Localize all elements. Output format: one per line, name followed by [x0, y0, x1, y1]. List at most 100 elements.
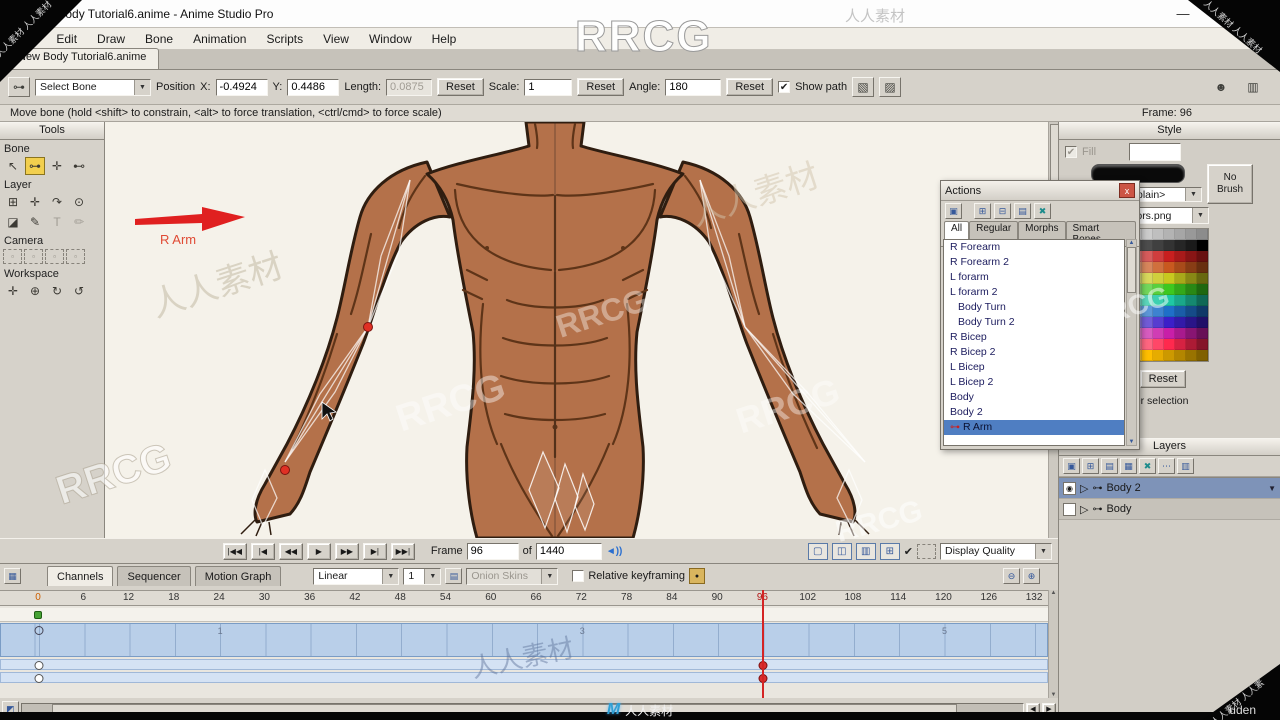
scrollbar-thumb[interactable] — [52, 703, 957, 715]
action-item[interactable]: Body — [944, 390, 1124, 405]
color-swatch[interactable] — [1175, 306, 1186, 317]
color-swatch[interactable] — [1153, 306, 1164, 317]
y-input[interactable] — [287, 78, 340, 96]
menu-edit[interactable]: Edit — [47, 30, 86, 48]
horizontal-scrollbar[interactable] — [21, 702, 1024, 716]
color-swatch[interactable] — [1142, 229, 1153, 240]
color-swatch[interactable] — [1142, 284, 1153, 295]
action-item[interactable]: Body Turn 2 — [944, 315, 1124, 330]
step-back-button[interactable]: |◀ — [250, 542, 275, 560]
rotate-workspace-icon[interactable]: ↻ — [47, 282, 67, 300]
color-swatch[interactable] — [1186, 251, 1197, 262]
duplicate-layer-icon[interactable]: ▤ — [1101, 458, 1118, 474]
color-swatch[interactable] — [1197, 339, 1208, 350]
fill-color-swatch[interactable] — [1129, 143, 1182, 161]
insert-action-icon[interactable]: ⊞ — [974, 203, 991, 219]
frame-input[interactable] — [466, 542, 519, 560]
lock-icon[interactable]: ● — [688, 568, 705, 584]
keyframe[interactable] — [34, 674, 44, 683]
color-swatch[interactable] — [1197, 251, 1208, 262]
action-item[interactable]: L Bicep — [944, 360, 1124, 375]
color-swatch[interactable] — [1153, 262, 1164, 273]
no-brush-button[interactable]: No Brush — [1207, 164, 1253, 204]
color-swatch[interactable] — [1186, 273, 1197, 284]
color-swatch[interactable] — [1164, 306, 1175, 317]
reset-angle-button[interactable]: Reset — [726, 78, 774, 96]
menu-scripts[interactable]: Scripts — [257, 30, 312, 48]
main-track[interactable]: 1 3 5 — [0, 623, 1048, 657]
action-item[interactable]: Body 2 — [944, 405, 1124, 420]
color-swatch[interactable] — [1186, 328, 1197, 339]
keyframe[interactable] — [34, 611, 42, 619]
color-swatch[interactable] — [1197, 328, 1208, 339]
reparent-bone-icon[interactable]: ⊷ — [69, 157, 89, 175]
color-swatch[interactable] — [1164, 339, 1175, 350]
layer-row-body2[interactable]: ◉ ▷ ⊶ Body 2 ▼ — [1059, 478, 1280, 499]
layer-row-body[interactable]: ▷ ⊶ Body — [1059, 499, 1280, 520]
visibility-icon[interactable] — [1063, 502, 1076, 516]
zoom-workspace-icon[interactable]: ⊕ — [25, 282, 45, 300]
split-view-icon[interactable]: ◫ — [831, 542, 852, 560]
tab-motion-graph[interactable]: Motion Graph — [194, 566, 282, 586]
app-icon[interactable]: ◆ — [6, 6, 22, 22]
zoom-out-icon[interactable]: ⊖ — [1003, 568, 1020, 584]
text-tool-icon[interactable]: T — [47, 213, 67, 231]
timeline-vertical-scrollbar[interactable]: ▲ ▼ — [1048, 590, 1058, 698]
menu-help[interactable]: Help — [423, 30, 466, 48]
color-swatch[interactable] — [1153, 273, 1164, 284]
menu-view[interactable]: View — [314, 30, 358, 48]
quad-view-icon[interactable]: ▥ — [855, 542, 876, 560]
fast-forward-button[interactable]: ▶▶ — [334, 542, 359, 560]
step-forward-button[interactable]: ▶| — [362, 542, 387, 560]
color-swatch[interactable] — [1197, 240, 1208, 251]
playhead[interactable] — [762, 590, 765, 698]
action-item[interactable]: L forarm 2 — [944, 285, 1124, 300]
select-bone-icon[interactable]: ↖ — [3, 157, 23, 175]
color-swatch[interactable] — [1186, 295, 1197, 306]
color-swatch[interactable] — [1142, 273, 1153, 284]
color-swatch[interactable] — [1175, 317, 1186, 328]
color-swatch[interactable] — [1175, 262, 1186, 273]
action-item[interactable]: R Forearm 2 — [944, 255, 1124, 270]
color-swatch[interactable] — [1186, 284, 1197, 295]
translate-bone-icon[interactable]: ⊶ — [25, 157, 45, 175]
color-swatch[interactable] — [1142, 295, 1153, 306]
zoom-camera-icon[interactable]: ▫ — [24, 249, 43, 264]
play-button[interactable]: ▶ — [306, 542, 331, 560]
close-icon[interactable]: x — [1119, 183, 1135, 198]
channel-row[interactable] — [0, 608, 1048, 622]
color-swatch[interactable] — [1153, 350, 1164, 361]
reset-position-button[interactable]: Reset — [437, 78, 484, 96]
scale-layer-icon[interactable]: ✛ — [25, 193, 45, 211]
zoom-in-icon[interactable]: ⊕ — [1023, 568, 1040, 584]
scroll-right-icon[interactable]: ▶ — [1042, 702, 1056, 716]
actions-scrollbar[interactable]: ▲ ▼ — [1126, 239, 1137, 446]
color-swatch[interactable] — [1164, 273, 1175, 284]
color-swatch[interactable] — [1153, 240, 1164, 251]
color-swatch[interactable] — [1197, 317, 1208, 328]
duplicate-action-icon[interactable]: ▤ — [1014, 203, 1031, 219]
color-swatch[interactable] — [1175, 240, 1186, 251]
roll-camera-icon[interactable]: ▫ — [45, 249, 64, 264]
color-swatch[interactable] — [1164, 251, 1175, 262]
minimize-button[interactable]: — — [1176, 6, 1189, 22]
timeline-ruler[interactable]: 0612182430364248546066727884909610210811… — [0, 590, 1048, 606]
selection-frame-icon[interactable] — [917, 543, 936, 559]
action-item[interactable]: R Bicep 2 — [944, 345, 1124, 360]
color-swatch[interactable] — [1153, 284, 1164, 295]
color-swatch[interactable] — [1164, 240, 1175, 251]
keyframe[interactable] — [34, 661, 44, 670]
keyframe-row[interactable] — [0, 672, 1048, 683]
document-tab[interactable]: New Body Tutorial6.anime — [5, 48, 160, 69]
color-swatch[interactable] — [1175, 284, 1186, 295]
expand-arrow-icon[interactable]: ▷ — [1080, 482, 1088, 495]
color-swatch[interactable] — [1142, 306, 1153, 317]
color-swatch[interactable] — [1142, 328, 1153, 339]
menu-bone[interactable]: Bone — [136, 30, 182, 48]
tab-sequencer[interactable]: Sequencer — [117, 566, 191, 586]
action-item[interactable]: L Bicep 2 — [944, 375, 1124, 390]
color-swatch[interactable] — [1186, 306, 1197, 317]
angle-input[interactable] — [665, 78, 722, 96]
color-swatch[interactable] — [1142, 350, 1153, 361]
manipulate-bone-icon[interactable]: ✛ — [47, 157, 67, 175]
